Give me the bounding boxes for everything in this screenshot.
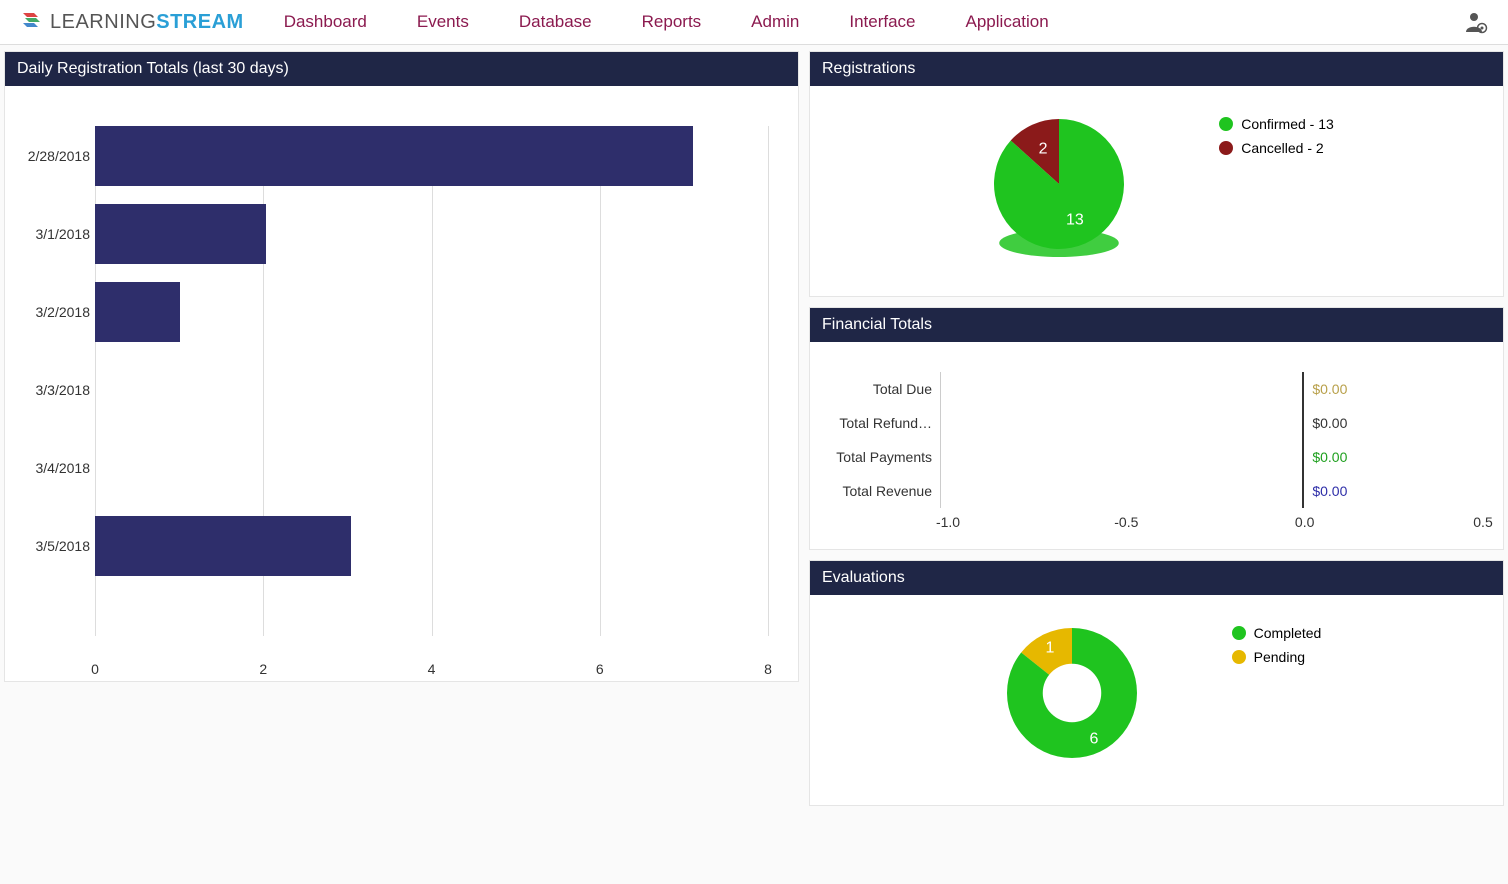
top-header: LEARNINGSTREAM Dashboard Events Database… (0, 0, 1508, 45)
learningstream-logo-icon (20, 10, 44, 34)
legend-dot-confirmed (1219, 117, 1233, 131)
financial-value-label: $0.00 (1312, 415, 1347, 431)
legend-label-cancelled: Cancelled - 2 (1241, 140, 1324, 156)
financial-row-label: Total Revenue (830, 483, 940, 499)
brand-text: LEARNINGSTREAM (50, 11, 244, 34)
financial-totals-panel: Financial Totals Total Due$0.00Total Ref… (809, 307, 1504, 550)
pie-slice-label: 1 (1045, 639, 1054, 656)
registrations-title: Registrations (810, 52, 1503, 86)
daily-registrations-chart[interactable]: 2/28/2018 3/1/2018 3/2/2018 3/3/2018 3/4/201… (15, 106, 788, 666)
pie-slice-label: 6 (1089, 731, 1098, 748)
bar-segment[interactable] (95, 204, 266, 264)
nav-application[interactable]: Application (966, 12, 1049, 32)
legend-confirmed[interactable]: Confirmed - 13 (1219, 116, 1334, 132)
nav-interface[interactable]: Interface (849, 12, 915, 32)
nav-dashboard[interactable]: Dashboard (284, 12, 367, 32)
pie-slice-label: 2 (1039, 140, 1048, 157)
legend-label-pending: Pending (1254, 649, 1305, 665)
user-settings-icon[interactable] (1464, 10, 1488, 34)
evaluations-panel: Evaluations 16 Completed Pending (809, 560, 1504, 806)
dashboard-grid: Daily Registration Totals (last 30 days)… (0, 45, 1508, 812)
bar-row[interactable]: 3/5/2018 (95, 516, 778, 576)
legend-pending[interactable]: Pending (1232, 649, 1322, 665)
legend-label-completed: Completed (1254, 625, 1322, 641)
nav-events[interactable]: Events (417, 12, 469, 32)
evaluations-donut-chart[interactable]: 16 (992, 615, 1152, 785)
registrations-panel: Registrations 2 13 Confirmed - 13 Cancell… (809, 51, 1504, 297)
registrations-legend: Confirmed - 13 Cancelled - 2 (1219, 116, 1334, 156)
bar-segment[interactable] (95, 516, 351, 576)
bar-category-label: 3/2/2018 (25, 304, 90, 320)
bar-row[interactable]: 3/2/2018 (95, 282, 778, 342)
registrations-pie-chart[interactable]: 2 13 (979, 106, 1139, 276)
financial-value-label: $0.00 (1312, 483, 1347, 499)
bar-category-label: 3/3/2018 (25, 382, 90, 398)
bar-segment[interactable] (95, 126, 693, 186)
main-nav: Dashboard Events Database Reports Admin … (284, 12, 1464, 32)
financial-row-label: Total Due (830, 381, 940, 397)
legend-dot-completed (1232, 626, 1246, 640)
financial-value-label: $0.00 (1312, 381, 1347, 397)
evaluations-title: Evaluations (810, 561, 1503, 595)
legend-dot-cancelled (1219, 141, 1233, 155)
legend-cancelled[interactable]: Cancelled - 2 (1219, 140, 1334, 156)
nav-reports[interactable]: Reports (642, 12, 702, 32)
daily-registrations-title: Daily Registration Totals (last 30 days) (5, 52, 798, 86)
bar-category-label: 3/5/2018 (25, 538, 90, 554)
bar-category-label: 2/28/2018 (25, 148, 90, 164)
financial-value-label: $0.00 (1312, 449, 1347, 465)
bar-category-label: 3/4/2018 (25, 460, 90, 476)
nav-database[interactable]: Database (519, 12, 592, 32)
bar-row[interactable]: 3/1/2018 (95, 204, 778, 264)
evaluations-legend: Completed Pending (1232, 625, 1322, 665)
bar-row[interactable]: 2/28/2018 (95, 126, 778, 186)
financial-row[interactable]: Total Payments $0.00 (830, 440, 1483, 474)
brand-logo[interactable]: LEARNINGSTREAM (20, 10, 244, 34)
daily-registrations-panel: Daily Registration Totals (last 30 days)… (4, 51, 799, 682)
legend-completed[interactable]: Completed (1232, 625, 1322, 641)
financial-row-label: Total Refund… (830, 415, 940, 431)
bar-row[interactable]: 3/4/2018 (95, 438, 778, 498)
financial-row[interactable]: Total Due $0.00 (830, 372, 1483, 406)
financial-row[interactable]: Total Revenue $0.00 (830, 474, 1483, 508)
legend-label-confirmed: Confirmed - 13 (1241, 116, 1334, 132)
financial-row-label: Total Payments (830, 449, 940, 465)
nav-admin[interactable]: Admin (751, 12, 799, 32)
financial-totals-title: Financial Totals (810, 308, 1503, 342)
legend-dot-pending (1232, 650, 1246, 664)
financial-chart[interactable]: Total Due$0.00Total Refund…$0.00Total Pa… (830, 372, 1483, 508)
financial-row[interactable]: Total Refund… $0.00 (830, 406, 1483, 440)
bar-segment[interactable] (95, 282, 180, 342)
bar-category-label: 3/1/2018 (25, 226, 90, 242)
pie-slice-label: 13 (1066, 212, 1084, 229)
bar-row[interactable]: 3/3/2018 (95, 360, 778, 420)
